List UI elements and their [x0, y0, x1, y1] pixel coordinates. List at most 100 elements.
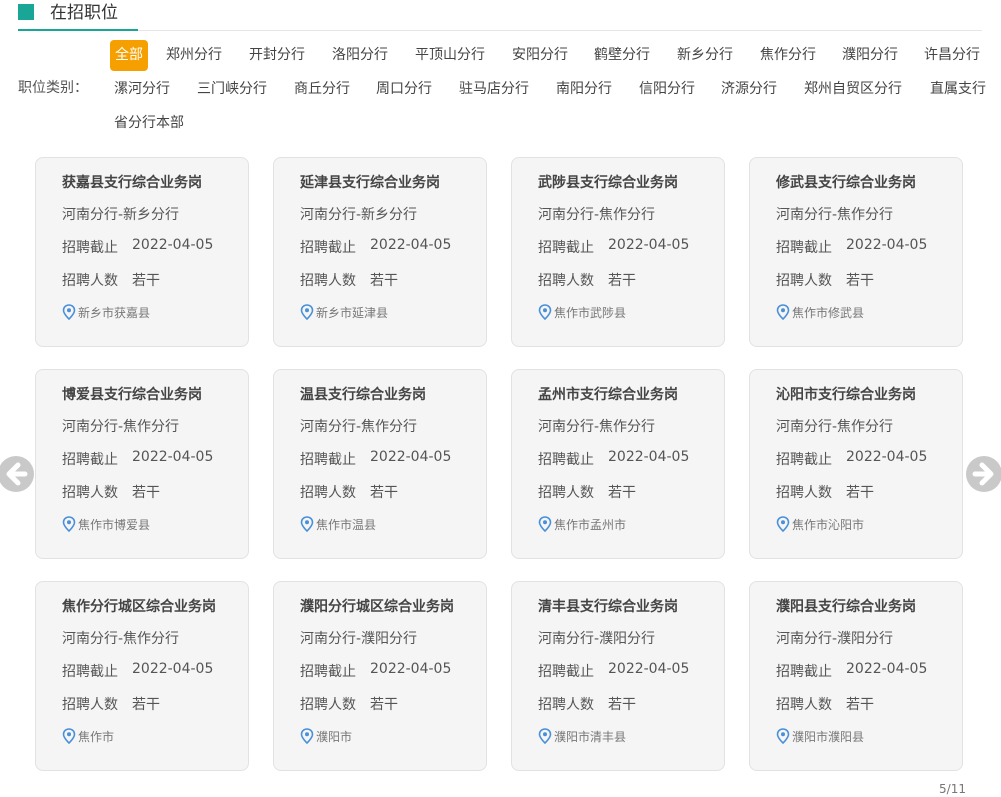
deadline-label: 招聘截止 [62, 664, 118, 680]
headcount-label: 招聘人数 [62, 273, 118, 289]
job-title: 武陟县支行综合业务岗 [538, 175, 678, 191]
filter-item[interactable]: 郑州分行 [166, 45, 222, 65]
filter-item[interactable]: 焦作分行 [760, 45, 816, 65]
job-card[interactable]: 武陟县支行综合业务岗 河南分行-焦作分行 招聘截止 2022-04-05 招聘人数 若干焦… [511, 157, 725, 347]
filter-item[interactable]: 商丘分行 [294, 79, 350, 99]
job-location: 濮阳市清丰县 [554, 730, 627, 744]
job-location: 新乡市获嘉县 [78, 306, 151, 320]
filter-item[interactable]: 南阳分行 [556, 79, 612, 99]
filter-item[interactable]: 鹤壁分行 [594, 45, 650, 65]
section-title: 在招职位 [50, 3, 118, 23]
deadline-value: 2022-04-05 [370, 237, 452, 253]
job-branch: 河南分行-濮阳分行 [538, 631, 656, 647]
job-location: 焦作市修武县 [792, 306, 865, 320]
headcount-value: 若干 [846, 273, 874, 289]
job-branch: 河南分行-焦作分行 [538, 419, 656, 435]
arrow-right-icon [972, 462, 994, 486]
job-card[interactable]: 修武县支行综合业务岗 河南分行-焦作分行 招聘截止 2022-04-05 招聘人数 若干焦… [749, 157, 963, 347]
job-title: 延津县支行综合业务岗 [300, 175, 440, 191]
next-page-button[interactable] [966, 456, 1001, 492]
deadline-label: 招聘截止 [300, 452, 356, 468]
headcount-value: 若干 [132, 485, 160, 501]
job-branch: 河南分行-焦作分行 [776, 207, 894, 223]
location-pin-icon [62, 304, 76, 320]
headcount-label: 招聘人数 [62, 697, 118, 713]
deadline-value: 2022-04-05 [846, 237, 928, 253]
job-card[interactable]: 获嘉县支行综合业务岗 河南分行-新乡分行 招聘截止 2022-04-05 招聘人数 若干新… [35, 157, 249, 347]
job-card[interactable]: 濮阳分行城区综合业务岗 河南分行-濮阳分行 招聘截止 2022-04-05 招聘人数 若干… [273, 581, 487, 771]
headcount-value: 若干 [370, 697, 398, 713]
filter-item[interactable]: 平顶山分行 [415, 45, 485, 65]
filter-item[interactable]: 济源分行 [721, 79, 777, 99]
job-location: 濮阳市 [316, 730, 353, 744]
job-card[interactable]: 温县支行综合业务岗 河南分行-焦作分行 招聘截止 2022-04-05 招聘人数 若干 焦作… [273, 369, 487, 559]
filter-item[interactable]: 许昌分行 [924, 45, 980, 65]
filter-item-all[interactable]: 全部 [110, 40, 148, 71]
filter-item[interactable]: 驻马店分行 [459, 79, 529, 99]
deadline-label: 招聘截止 [776, 664, 832, 680]
deadline-value: 2022-04-05 [608, 237, 690, 253]
headcount-label: 招聘人数 [62, 485, 118, 501]
job-branch: 河南分行-濮阳分行 [776, 631, 894, 647]
section-header-mark [18, 4, 34, 20]
location-pin-icon [776, 516, 790, 532]
filter-item[interactable]: 直属支行 [930, 79, 986, 99]
filter-item[interactable]: 周口分行 [376, 79, 432, 99]
deadline-value: 2022-04-05 [846, 661, 928, 677]
filter-item[interactable]: 漯河分行 [114, 79, 170, 99]
filter-item[interactable]: 安阳分行 [512, 45, 568, 65]
deadline-value: 2022-04-05 [846, 449, 928, 465]
filter-item[interactable]: 三门峡分行 [197, 79, 267, 99]
job-branch: 河南分行-焦作分行 [62, 631, 180, 647]
headcount-label: 招聘人数 [300, 273, 356, 289]
job-branch: 河南分行-焦作分行 [62, 419, 180, 435]
section-header: 在招职位 [18, 0, 982, 32]
headcount-value: 若干 [846, 697, 874, 713]
deadline-value: 2022-04-05 [132, 237, 214, 253]
job-branch: 河南分行-焦作分行 [538, 207, 656, 223]
deadline-value: 2022-04-05 [132, 449, 214, 465]
header-divider [18, 30, 982, 31]
job-card[interactable]: 孟州市支行综合业务岗 河南分行-焦作分行 招聘截止 2022-04-05 招聘人数 若干焦… [511, 369, 725, 559]
job-card[interactable]: 濮阳县支行综合业务岗 河南分行-濮阳分行 招聘截止 2022-04-05 招聘人数 若干濮… [749, 581, 963, 771]
job-title: 濮阳县支行综合业务岗 [776, 599, 916, 615]
job-title: 濮阳分行城区综合业务岗 [300, 599, 454, 615]
location-pin-icon [300, 516, 314, 532]
prev-page-button[interactable] [0, 456, 34, 492]
job-card[interactable]: 延津县支行综合业务岗 河南分行-新乡分行 招聘截止 2022-04-05 招聘人数 若干新… [273, 157, 487, 347]
headcount-label: 招聘人数 [776, 697, 832, 713]
location-pin-icon [62, 516, 76, 532]
job-location: 焦作市博爱县 [78, 518, 151, 532]
filter-item[interactable]: 新乡分行 [677, 45, 733, 65]
job-card[interactable]: 沁阳市支行综合业务岗 河南分行-焦作分行 招聘截止 2022-04-05 招聘人数 若干焦… [749, 369, 963, 559]
job-card[interactable]: 博爱县支行综合业务岗 河南分行-焦作分行 招聘截止 2022-04-05 招聘人数 若干焦… [35, 369, 249, 559]
job-card[interactable]: 清丰县支行综合业务岗 河南分行-濮阳分行 招聘截止 2022-04-05 招聘人数 若干濮… [511, 581, 725, 771]
filter-item[interactable]: 濮阳分行 [842, 45, 898, 65]
headcount-label: 招聘人数 [538, 273, 594, 289]
headcount-value: 若干 [846, 485, 874, 501]
deadline-label: 招聘截止 [300, 664, 356, 680]
headcount-label: 招聘人数 [538, 485, 594, 501]
headcount-label: 招聘人数 [300, 485, 356, 501]
deadline-label: 招聘截止 [300, 240, 356, 256]
headcount-value: 若干 [608, 485, 636, 501]
deadline-value: 2022-04-05 [370, 661, 452, 677]
job-title: 清丰县支行综合业务岗 [538, 599, 678, 615]
deadline-value: 2022-04-05 [370, 449, 452, 465]
deadline-value: 2022-04-05 [608, 661, 690, 677]
headcount-value: 若干 [608, 697, 636, 713]
job-location: 焦作市沁阳市 [792, 518, 865, 532]
job-location: 新乡市延津县 [316, 306, 389, 320]
job-card[interactable]: 焦作分行城区综合业务岗 河南分行-焦作分行 招聘截止 2022-04-05 招聘人数 若干… [35, 581, 249, 771]
headcount-value: 若干 [608, 273, 636, 289]
headcount-label: 招聘人数 [538, 697, 594, 713]
filter-item[interactable]: 省分行本部 [114, 113, 184, 133]
filter-item[interactable]: 开封分行 [249, 45, 305, 65]
location-pin-icon [538, 728, 552, 744]
filter-label: 职位类别： [18, 80, 88, 96]
deadline-label: 招聘截止 [776, 240, 832, 256]
filter-item[interactable]: 郑州自贸区分行 [804, 79, 902, 99]
filter-item[interactable]: 洛阳分行 [332, 45, 388, 65]
filter-item[interactable]: 信阳分行 [639, 79, 695, 99]
deadline-label: 招聘截止 [538, 452, 594, 468]
